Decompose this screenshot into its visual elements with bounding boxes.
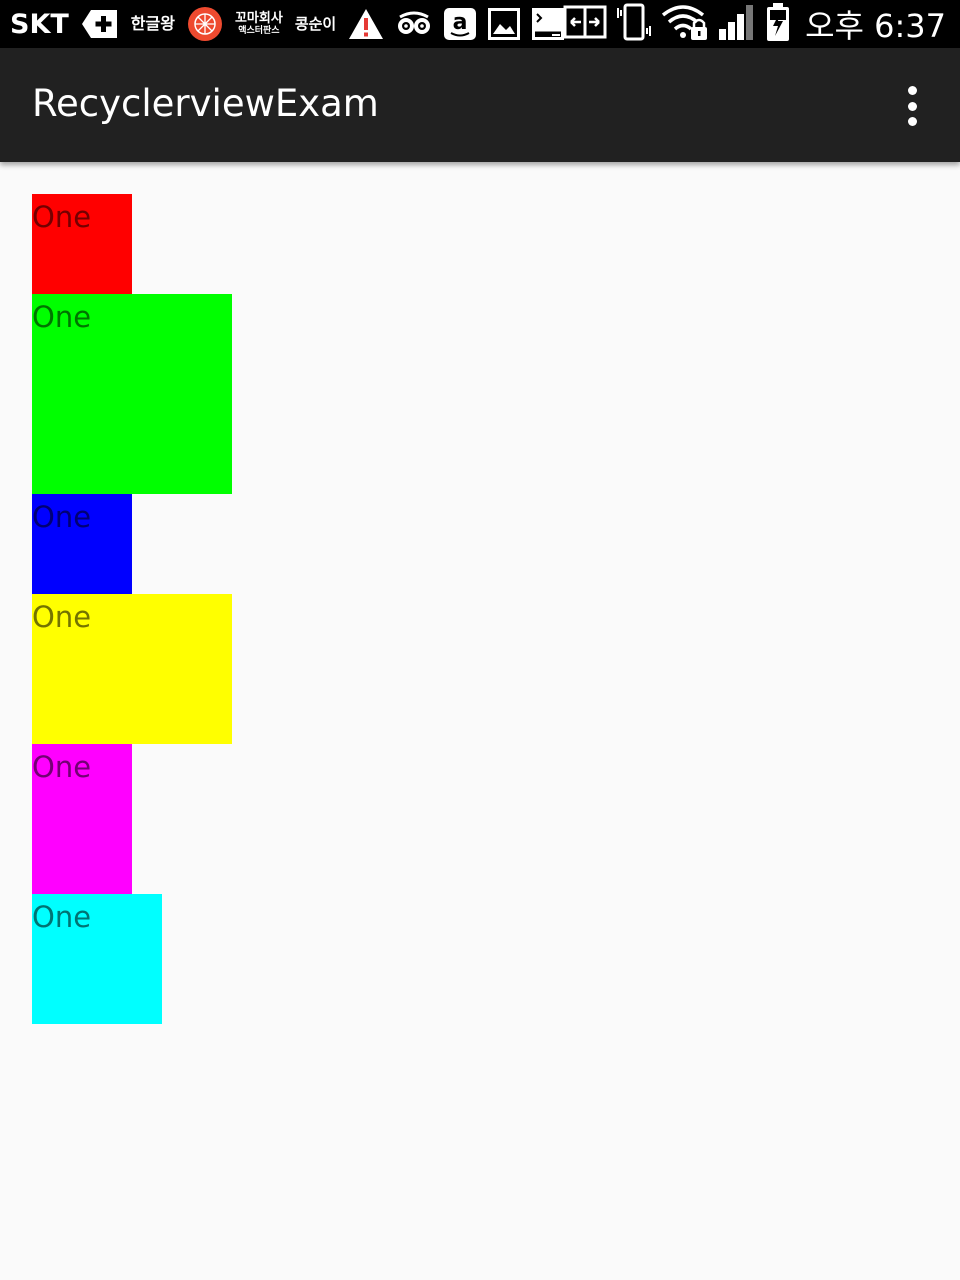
item-label: One [32,900,92,934]
gallery-icon [488,4,521,44]
more-vert-icon[interactable] [894,86,930,126]
hangul-app-icon: 한글왕 [130,14,175,33]
signal-icon [717,3,757,45]
medical-cross-icon [81,4,119,44]
list-item[interactable]: One [32,194,132,294]
menu-dot [907,117,917,126]
list-item[interactable]: One [32,594,232,744]
terminal-icon [532,4,565,44]
item-label: One [32,750,92,784]
list-item[interactable]: One [32,894,162,1024]
korean-app-icon: 꼬마회사 액스터판스 [235,4,283,44]
notification-icons: 한글왕 꼬마회사 액스터판스 콩순이 a [81,4,565,44]
screen-mirror-icon [563,5,607,43]
list-item[interactable]: One [32,494,132,594]
system-icons: 오후 6:37 [563,0,946,48]
wifi-lock-icon [661,3,709,45]
kkoma-bottom-text: 액스터판스 [238,26,280,36]
list-item[interactable]: One [32,744,132,894]
app-bar: RecyclerviewExam [0,48,960,162]
item-label: One [32,600,92,634]
korean-app-icon-2: 콩순이 [294,15,337,33]
status-bar: SKT 한글왕 꼬마회사 액스터판스 콩순이 a 오후 6:37 [0,0,960,48]
tripadvisor-icon [396,4,432,44]
vibrate-icon [615,2,653,46]
item-label: One [32,500,92,534]
warning-icon [348,4,384,44]
carrier-label: SKT [10,8,69,40]
list-item[interactable]: One [32,294,232,494]
kkoma-top-text: 꼬마회사 [234,11,283,26]
menu-dot [907,101,917,111]
battery-charging-icon [765,2,791,46]
item-label: One [32,200,92,234]
menu-dot [907,86,917,95]
item-label: One [32,300,92,334]
recycler-list[interactable]: One One One One One One [32,194,232,1024]
clock: 오후 6:37 [805,7,946,45]
app-title: RecyclerviewExam [32,82,379,125]
red-globe-app-icon [187,4,223,44]
svg-text:a: a [453,10,468,35]
amazon-icon: a [444,4,477,44]
